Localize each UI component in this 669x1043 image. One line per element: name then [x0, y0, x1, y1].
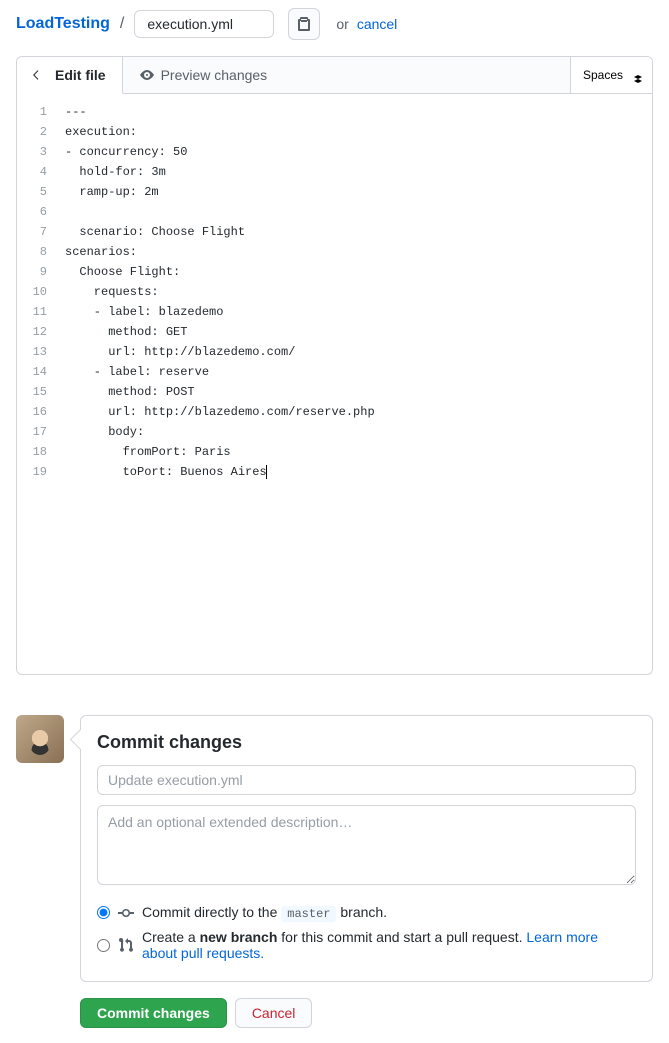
avatar[interactable]: [16, 715, 64, 763]
cancel-link[interactable]: cancel: [357, 16, 397, 32]
tab-edit-file[interactable]: Edit file: [17, 57, 123, 94]
radio-new-branch-input[interactable]: [97, 939, 110, 952]
copy-path-button[interactable]: [288, 8, 320, 40]
commit-section: Commit changes Commit directly to the ma…: [0, 699, 669, 998]
commit-heading: Commit changes: [97, 732, 636, 753]
git-commit-icon: [118, 905, 134, 921]
commit-changes-button[interactable]: Commit changes: [80, 998, 227, 1028]
indent-mode-select-wrap: Spaces: [570, 57, 652, 93]
editor-container: Edit file Preview changes Spaces 1234567…: [16, 56, 653, 675]
git-pull-request-icon: [118, 937, 134, 953]
code-editor[interactable]: 12345678910111213141516171819 ---executi…: [17, 94, 652, 674]
tab-preview-changes[interactable]: Preview changes: [123, 57, 284, 93]
indent-mode-select[interactable]: Spaces: [571, 57, 652, 93]
radio-commit-direct[interactable]: Commit directly to the master branch.: [97, 900, 636, 925]
code-lines[interactable]: ---execution:- concurrency: 50 hold-for:…: [57, 94, 652, 674]
line-gutter: 12345678910111213141516171819: [17, 94, 57, 674]
editor-tabs: Edit file Preview changes Spaces: [17, 57, 652, 94]
radio-new-branch-text: Create a new branch for this commit and …: [142, 929, 636, 961]
eye-icon: [139, 67, 155, 83]
code-icon: [33, 67, 49, 83]
clipboard-icon: [296, 16, 312, 32]
commit-buttons: Commit changes Cancel: [0, 998, 669, 1043]
radio-direct-text: Commit directly to the master branch.: [142, 904, 387, 921]
radio-new-branch[interactable]: Create a new branch for this commit and …: [97, 925, 636, 965]
commit-summary-input[interactable]: [97, 765, 636, 795]
tab-preview-label: Preview changes: [161, 67, 268, 83]
commit-form: Commit changes Commit directly to the ma…: [80, 715, 653, 982]
file-path-header: LoadTesting / or cancel: [0, 0, 669, 48]
branch-badge: master: [281, 906, 336, 922]
path-separator: /: [120, 15, 124, 33]
repo-link[interactable]: LoadTesting: [16, 15, 110, 33]
tab-edit-label: Edit file: [55, 67, 106, 83]
radio-direct-input[interactable]: [97, 906, 110, 919]
commit-description-textarea[interactable]: [97, 805, 636, 885]
or-text: or: [336, 16, 348, 32]
cancel-button[interactable]: Cancel: [235, 998, 313, 1028]
filename-input[interactable]: [134, 10, 274, 38]
